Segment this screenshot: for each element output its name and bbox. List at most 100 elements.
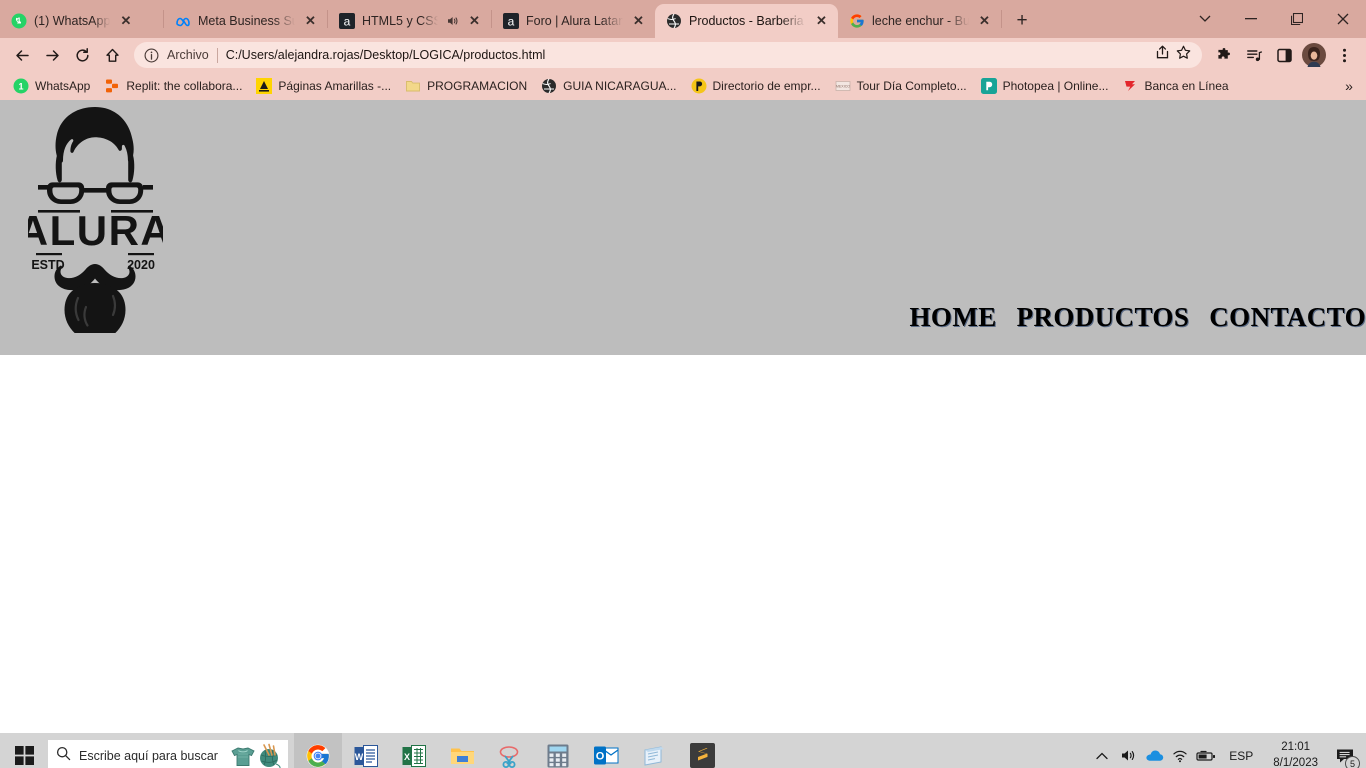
site-logo[interactable]: ALURA ESTD 2020 <box>18 100 171 342</box>
alura-icon: a <box>339 13 355 29</box>
bookmark-label: PROGRAMACION <box>427 79 528 93</box>
tab-title: HTML5 y CSS3 pa <box>362 14 438 28</box>
tab-close-button[interactable]: ✕ <box>813 13 830 30</box>
omnibox-actions <box>1154 44 1192 66</box>
bookmark-folder[interactable]: PROGRAMACION <box>398 75 534 97</box>
tab-close-button[interactable]: ✕ <box>630 13 647 30</box>
svg-text:a: a <box>344 15 351 29</box>
bookmark-item[interactable]: GUIA NICARAGUA... <box>534 75 683 97</box>
bookmark-label: Páginas Amarillas -... <box>278 79 392 93</box>
close-button[interactable] <box>1320 3 1366 35</box>
browser-tab[interactable]: a Foro | Alura Latam - C ✕ <box>492 4 655 38</box>
chevron-up-icon[interactable] <box>1089 733 1115 768</box>
back-arrow-icon[interactable] <box>8 41 36 69</box>
taskbar-app-word[interactable]: W <box>342 733 390 768</box>
new-tab-button[interactable]: + <box>1008 7 1036 35</box>
reading-list-icon[interactable] <box>1240 41 1268 69</box>
bookmark-label: Banca en Línea <box>1144 79 1229 93</box>
bookmark-item[interactable]: Photopea | Online... <box>974 75 1116 97</box>
tab-close-button[interactable]: ✕ <box>117 13 134 30</box>
bookmark-label: Replit: the collabora... <box>126 79 243 93</box>
share-icon[interactable] <box>1154 44 1171 66</box>
wifi-icon[interactable] <box>1167 733 1193 768</box>
maximize-button[interactable] <box>1274 3 1320 35</box>
puzzle-icon[interactable] <box>1210 41 1238 69</box>
tab-audio-playing-icon[interactable] <box>445 14 459 28</box>
google-icon <box>849 13 865 29</box>
reload-icon[interactable] <box>68 41 96 69</box>
browser-window: 1 (1) WhatsApp ✕ Meta Business Suite ✕ a… <box>0 0 1366 100</box>
notification-badge: 5 <box>1345 756 1360 768</box>
bookmark-item[interactable]: 1 WhatsApp <box>6 75 97 97</box>
volume-icon[interactable] <box>1115 733 1141 768</box>
nav-link-home[interactable]: HOME <box>910 302 997 333</box>
bookmark-item[interactable]: Replit: the collabora... <box>97 75 249 97</box>
globe-icon <box>666 13 682 29</box>
forward-arrow-icon[interactable] <box>38 41 66 69</box>
taskbar-app-outlook[interactable]: O <box>582 733 630 768</box>
bookmark-label: WhatsApp <box>35 79 91 93</box>
side-panel-icon[interactable] <box>1270 41 1298 69</box>
clock-date: 8/1/2023 <box>1273 756 1318 768</box>
minimize-button[interactable] <box>1228 3 1274 35</box>
taskbar-app-excel[interactable]: X <box>390 733 438 768</box>
three-dot-menu-icon[interactable] <box>1330 41 1358 69</box>
onedrive-icon[interactable] <box>1141 733 1167 768</box>
taskbar-app-calculator[interactable] <box>534 733 582 768</box>
logo-brand-text: ALURA <box>28 207 163 254</box>
taskbar-app-sublime-text[interactable] <box>678 733 726 768</box>
tab-close-button[interactable]: ✕ <box>302 13 319 30</box>
taskbar-search-placeholder: Escribe aquí para buscar <box>79 748 218 763</box>
bookmarks-bar: 1 WhatsApp Replit: the collabora... Pági… <box>0 72 1366 100</box>
bookmarks-overflow-button[interactable]: » <box>1338 78 1360 94</box>
tab-title: (1) WhatsApp <box>34 14 111 28</box>
svg-text:a: a <box>508 15 515 29</box>
sweater-yarn-icon <box>226 742 284 768</box>
bookmark-item[interactable]: Directorio de empr... <box>684 75 828 97</box>
battery-icon[interactable] <box>1193 733 1219 768</box>
tab-title: Meta Business Suite <box>198 14 295 28</box>
taskbar-app-chrome[interactable] <box>294 733 342 768</box>
windows-start-icon[interactable] <box>0 733 48 768</box>
browser-tab-active[interactable]: Productos - Barberia A ✕ <box>655 4 838 38</box>
window-controls <box>1182 0 1366 38</box>
taskbar-app-notepad[interactable] <box>630 733 678 768</box>
tab-close-button[interactable]: ✕ <box>976 13 993 30</box>
directorio-icon <box>691 78 707 94</box>
address-bar[interactable]: Archivo C:/Users/alejandra.rojas/Desktop… <box>134 42 1202 68</box>
browser-tab[interactable]: leche enchur - Buscar ✕ <box>838 4 1001 38</box>
bookmark-item[interactable]: MEXICO Tour Día Completo... <box>828 75 974 97</box>
star-icon[interactable] <box>1175 44 1192 66</box>
tab-search-button[interactable] <box>1182 3 1228 35</box>
svg-text:1: 1 <box>18 81 23 91</box>
svg-text:1: 1 <box>17 17 22 26</box>
browser-tab[interactable]: Meta Business Suite ✕ <box>164 4 327 38</box>
info-icon[interactable] <box>144 48 159 63</box>
taskbar-clock[interactable]: 21:01 8/1/2023 <box>1263 740 1328 768</box>
taskbar-app-file-explorer[interactable] <box>438 733 486 768</box>
url-scheme-label: Archivo <box>167 48 209 62</box>
bookmark-label: Tour Día Completo... <box>856 79 967 93</box>
tab-title: Productos - Barberia A <box>689 14 806 28</box>
browser-tab[interactable]: a HTML5 y CSS3 pa ✕ <box>328 4 491 38</box>
tab-close-button[interactable]: ✕ <box>466 13 483 30</box>
photopea-icon <box>980 78 997 94</box>
taskbar-apps: W X O <box>294 733 726 768</box>
notification-center-button[interactable]: 5 <box>1328 733 1362 768</box>
nav-link-productos[interactable]: PRODUCTOS <box>1017 302 1190 333</box>
svg-text:X: X <box>404 751 410 761</box>
home-icon[interactable] <box>98 41 126 69</box>
avatar[interactable] <box>1300 41 1328 69</box>
bookmark-item[interactable]: Páginas Amarillas -... <box>249 75 398 97</box>
tab-title: leche enchur - Buscar <box>872 14 969 28</box>
language-indicator[interactable]: ESP <box>1219 749 1263 763</box>
url-text: C:/Users/alejandra.rojas/Desktop/LOGICA/… <box>225 48 546 62</box>
system-tray: ESP 21:01 8/1/2023 5 <box>1089 733 1366 768</box>
taskbar-search-input[interactable]: Escribe aquí para buscar <box>48 740 288 768</box>
bookmark-label: GUIA NICARAGUA... <box>563 79 677 93</box>
banca-icon <box>1122 78 1138 94</box>
taskbar-app-snipping-tool[interactable] <box>486 733 534 768</box>
nav-link-contacto[interactable]: CONTACTO <box>1209 302 1366 333</box>
bookmark-item[interactable]: Banca en Línea <box>1115 75 1235 97</box>
browser-tab[interactable]: 1 (1) WhatsApp ✕ <box>0 4 163 38</box>
